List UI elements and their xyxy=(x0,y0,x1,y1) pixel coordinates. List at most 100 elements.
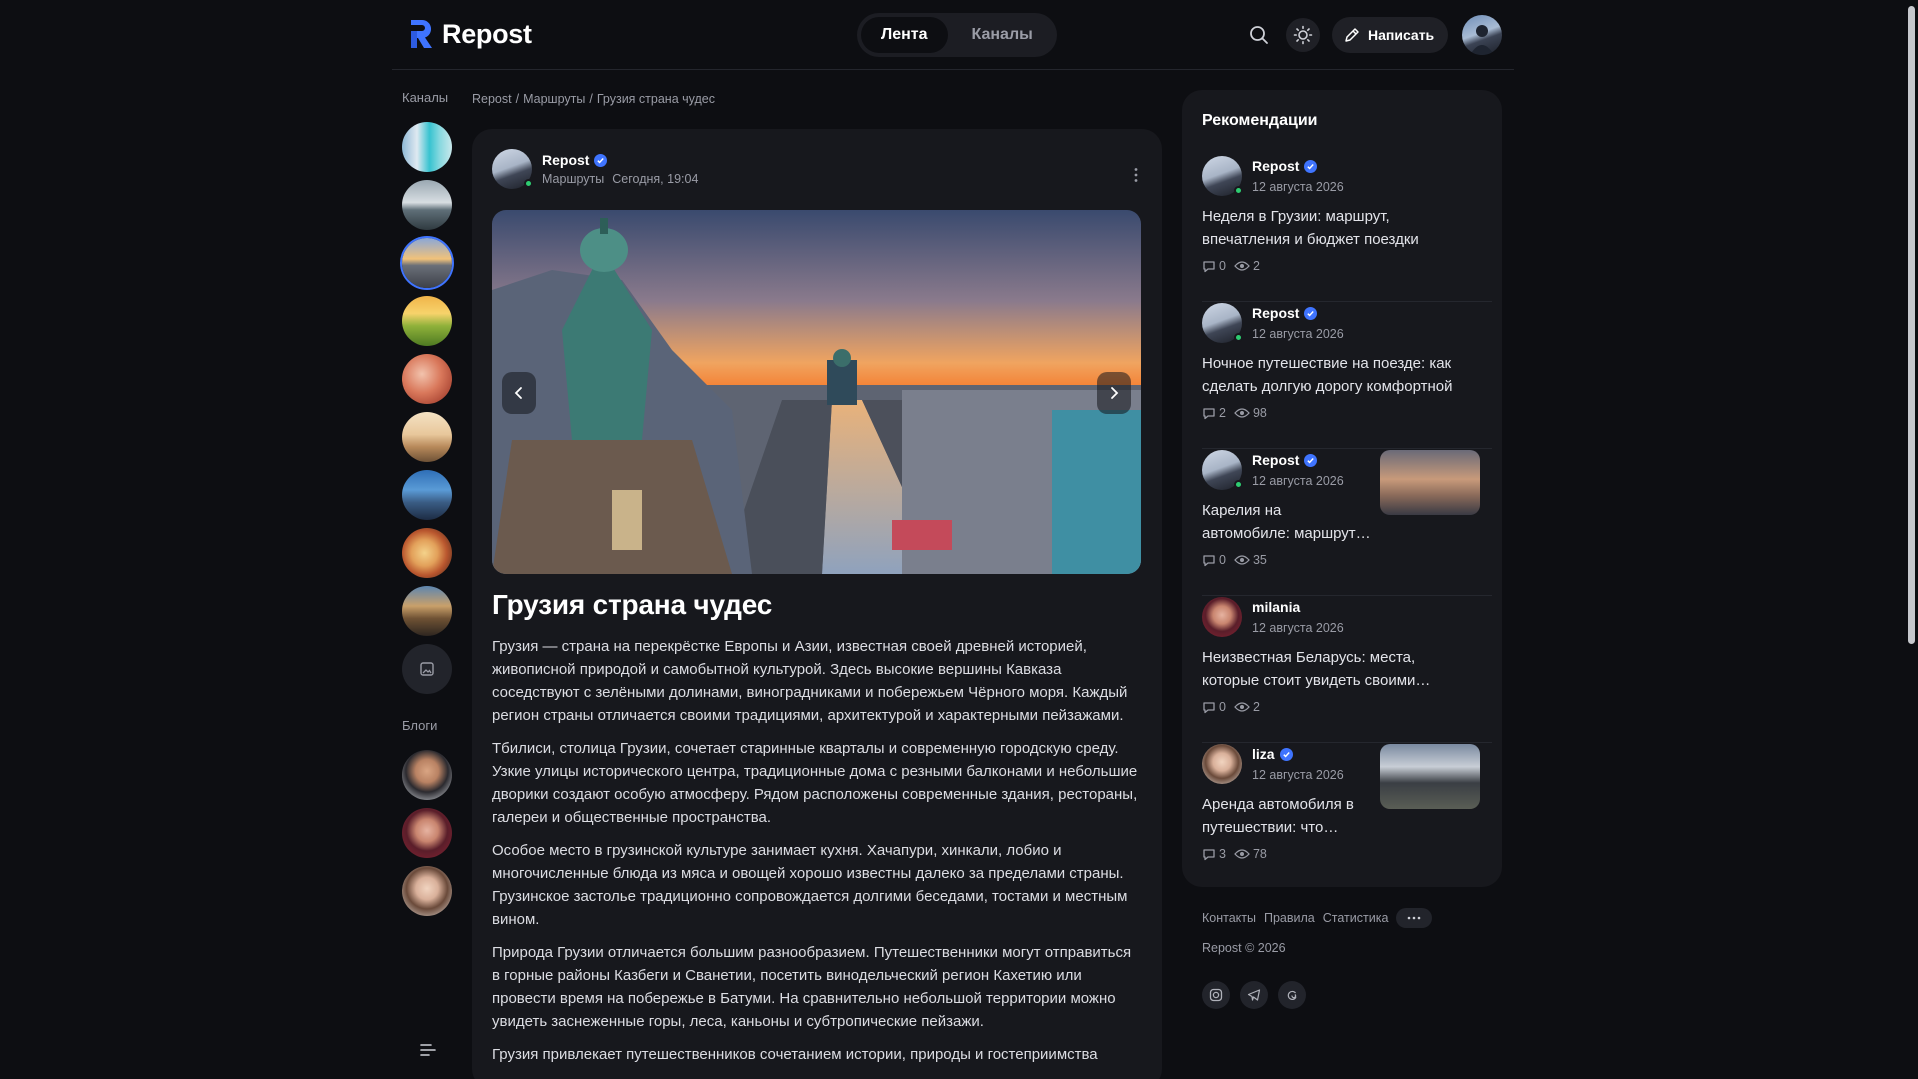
recommendation-title: Аренда автомобиля в путешествии: что… xyxy=(1202,793,1377,839)
post-paragraph: Природа Грузии отличается большим разноо… xyxy=(492,944,1132,1030)
channel-avatar-6[interactable] xyxy=(402,412,452,462)
logo-text: Repost xyxy=(442,18,532,49)
online-indicator xyxy=(1234,333,1243,342)
comment-icon xyxy=(1203,408,1215,420)
views-count-value: 78 xyxy=(1252,847,1267,861)
recommendation-author: milania xyxy=(1252,599,1300,615)
channel-avatar-4[interactable] xyxy=(402,296,452,346)
left-sidebar: Каналы Блоги xyxy=(392,70,462,1079)
comments-count: 0 xyxy=(1202,700,1226,714)
recommendation-thumbnail xyxy=(1380,450,1480,515)
breadcrumb-separator: / xyxy=(515,92,520,106)
comments-count: 0 xyxy=(1202,259,1226,273)
post-title: Грузия страна чудес xyxy=(492,589,773,620)
recommendation-author: liza xyxy=(1252,746,1293,762)
carousel-prev-button[interactable] xyxy=(502,372,536,414)
channel-avatar-9[interactable] xyxy=(402,586,452,636)
blog-avatar-1[interactable] xyxy=(402,750,452,800)
recommendation-stats: 0 2 xyxy=(1202,259,1260,273)
verified-icon xyxy=(594,153,608,167)
channel-avatar-7[interactable] xyxy=(402,470,452,520)
comments-count: 2 xyxy=(1202,406,1226,420)
search-button[interactable] xyxy=(1242,18,1276,52)
logo-mark-icon xyxy=(411,19,432,48)
views-count-value: 98 xyxy=(1252,406,1267,420)
post-meta: Маршруты Сегодня, 19:04 xyxy=(542,172,698,186)
verified-icon xyxy=(1279,747,1293,761)
footer-link-rules[interactable]: Правила xyxy=(1264,911,1315,925)
recommendation-date: 12 августа 2026 xyxy=(1252,327,1344,341)
footer-link-stats[interactable]: Статистика xyxy=(1323,911,1389,925)
recommendation-author: Repost xyxy=(1252,305,1318,321)
chevron-right-icon xyxy=(1111,387,1119,399)
post-paragraph: Грузия — страна на перекрёстке Европы и … xyxy=(492,638,1128,724)
channel-avatar-5[interactable] xyxy=(402,354,452,404)
telegram-link[interactable] xyxy=(1240,981,1268,1009)
telegram-icon xyxy=(1247,989,1261,1001)
recommendation-item[interactable]: milania 12 августа 2026 Неизвестная Бела… xyxy=(1202,597,1492,743)
views-count-value: 35 xyxy=(1252,553,1267,567)
threads-icon xyxy=(1287,990,1297,1001)
recommendation-item[interactable]: Repost 12 августа 2026 Карелия на автомо… xyxy=(1202,450,1492,596)
comments-count-value: 2 xyxy=(1219,406,1226,420)
post-card: Repost Маршруты Сегодня, 19:04 Грузия ст… xyxy=(472,129,1162,1079)
carousel-next-button[interactable] xyxy=(1097,372,1131,414)
top-header: Repost Лента Каналы Написать xyxy=(392,0,1514,70)
threads-link[interactable] xyxy=(1278,981,1306,1009)
tab-channels[interactable]: Каналы xyxy=(952,17,1053,53)
recommendation-item[interactable]: Repost 12 августа 2026 Неделя в Грузии: … xyxy=(1202,156,1492,302)
breadcrumb-item-home[interactable]: Repost xyxy=(472,92,512,106)
post-image-carousel xyxy=(492,210,1141,574)
instagram-icon xyxy=(1209,988,1223,1002)
sun-icon xyxy=(1293,25,1313,45)
post-author[interactable]: Repost xyxy=(542,152,698,168)
image-icon xyxy=(420,662,434,676)
menu-icon xyxy=(420,1044,436,1056)
recommendation-item[interactable]: liza 12 августа 2026 Аренда автомобиля в… xyxy=(1202,744,1492,890)
views-count: 2 xyxy=(1234,700,1260,714)
post-author-name: Repost xyxy=(542,152,590,168)
eye-icon xyxy=(1234,849,1250,859)
verified-icon xyxy=(1304,453,1318,467)
channel-avatar-8[interactable] xyxy=(402,528,452,578)
more-channels-button[interactable] xyxy=(402,644,452,694)
blog-avatar-2[interactable] xyxy=(402,808,452,858)
channel-avatar-1[interactable] xyxy=(402,122,452,172)
post-header: Repost Маршруты Сегодня, 19:04 xyxy=(492,149,698,189)
recommendation-item[interactable]: Repost 12 августа 2026 Ночное путешестви… xyxy=(1202,303,1492,449)
post-category[interactable]: Маршруты xyxy=(542,172,604,186)
post-author-avatar[interactable] xyxy=(492,149,533,189)
instagram-link[interactable] xyxy=(1202,981,1230,1009)
logo[interactable]: Repost xyxy=(408,18,532,50)
recommendation-date: 12 августа 2026 xyxy=(1252,621,1344,635)
eye-icon xyxy=(1234,261,1250,271)
recommendation-stats: 2 98 xyxy=(1202,406,1267,420)
recommendation-avatar xyxy=(1202,156,1243,196)
comments-count: 3 xyxy=(1202,847,1226,861)
post-menu-button[interactable] xyxy=(1126,165,1146,185)
recommendation-stats: 0 2 xyxy=(1202,700,1260,714)
breadcrumb-item-category[interactable]: Маршруты xyxy=(523,92,585,106)
write-button-label: Написать xyxy=(1368,27,1435,43)
write-button[interactable]: Написать xyxy=(1332,17,1449,53)
channel-avatar-2[interactable] xyxy=(402,180,452,230)
page-scrollbar[interactable] xyxy=(1904,0,1918,1079)
blogs-section-label: Блоги xyxy=(402,718,438,733)
channel-avatar-3[interactable] xyxy=(402,238,452,288)
recommendation-author-name: Repost xyxy=(1252,452,1300,468)
footer-more-button[interactable] xyxy=(1396,908,1433,928)
views-count-value: 2 xyxy=(1252,259,1260,273)
recommendation-author-name: Repost xyxy=(1252,305,1300,321)
recommendation-title: Ночное путешествие на поезде: как сделат… xyxy=(1202,355,1453,395)
views-count: 78 xyxy=(1234,847,1267,861)
recommendation-title-line: путешествии: что… xyxy=(1202,819,1339,836)
sidebar-collapse-button[interactable] xyxy=(418,1040,438,1060)
verified-icon xyxy=(1304,306,1318,320)
channels-section-label: Каналы xyxy=(402,90,449,105)
footer-link-contacts[interactable]: Контакты xyxy=(1202,911,1256,925)
user-avatar[interactable] xyxy=(1462,15,1502,55)
theme-toggle-button[interactable] xyxy=(1286,18,1320,52)
tab-feed[interactable]: Лента xyxy=(861,17,948,53)
scrollbar-thumb[interactable] xyxy=(1908,6,1915,644)
blog-avatar-3[interactable] xyxy=(402,866,452,916)
